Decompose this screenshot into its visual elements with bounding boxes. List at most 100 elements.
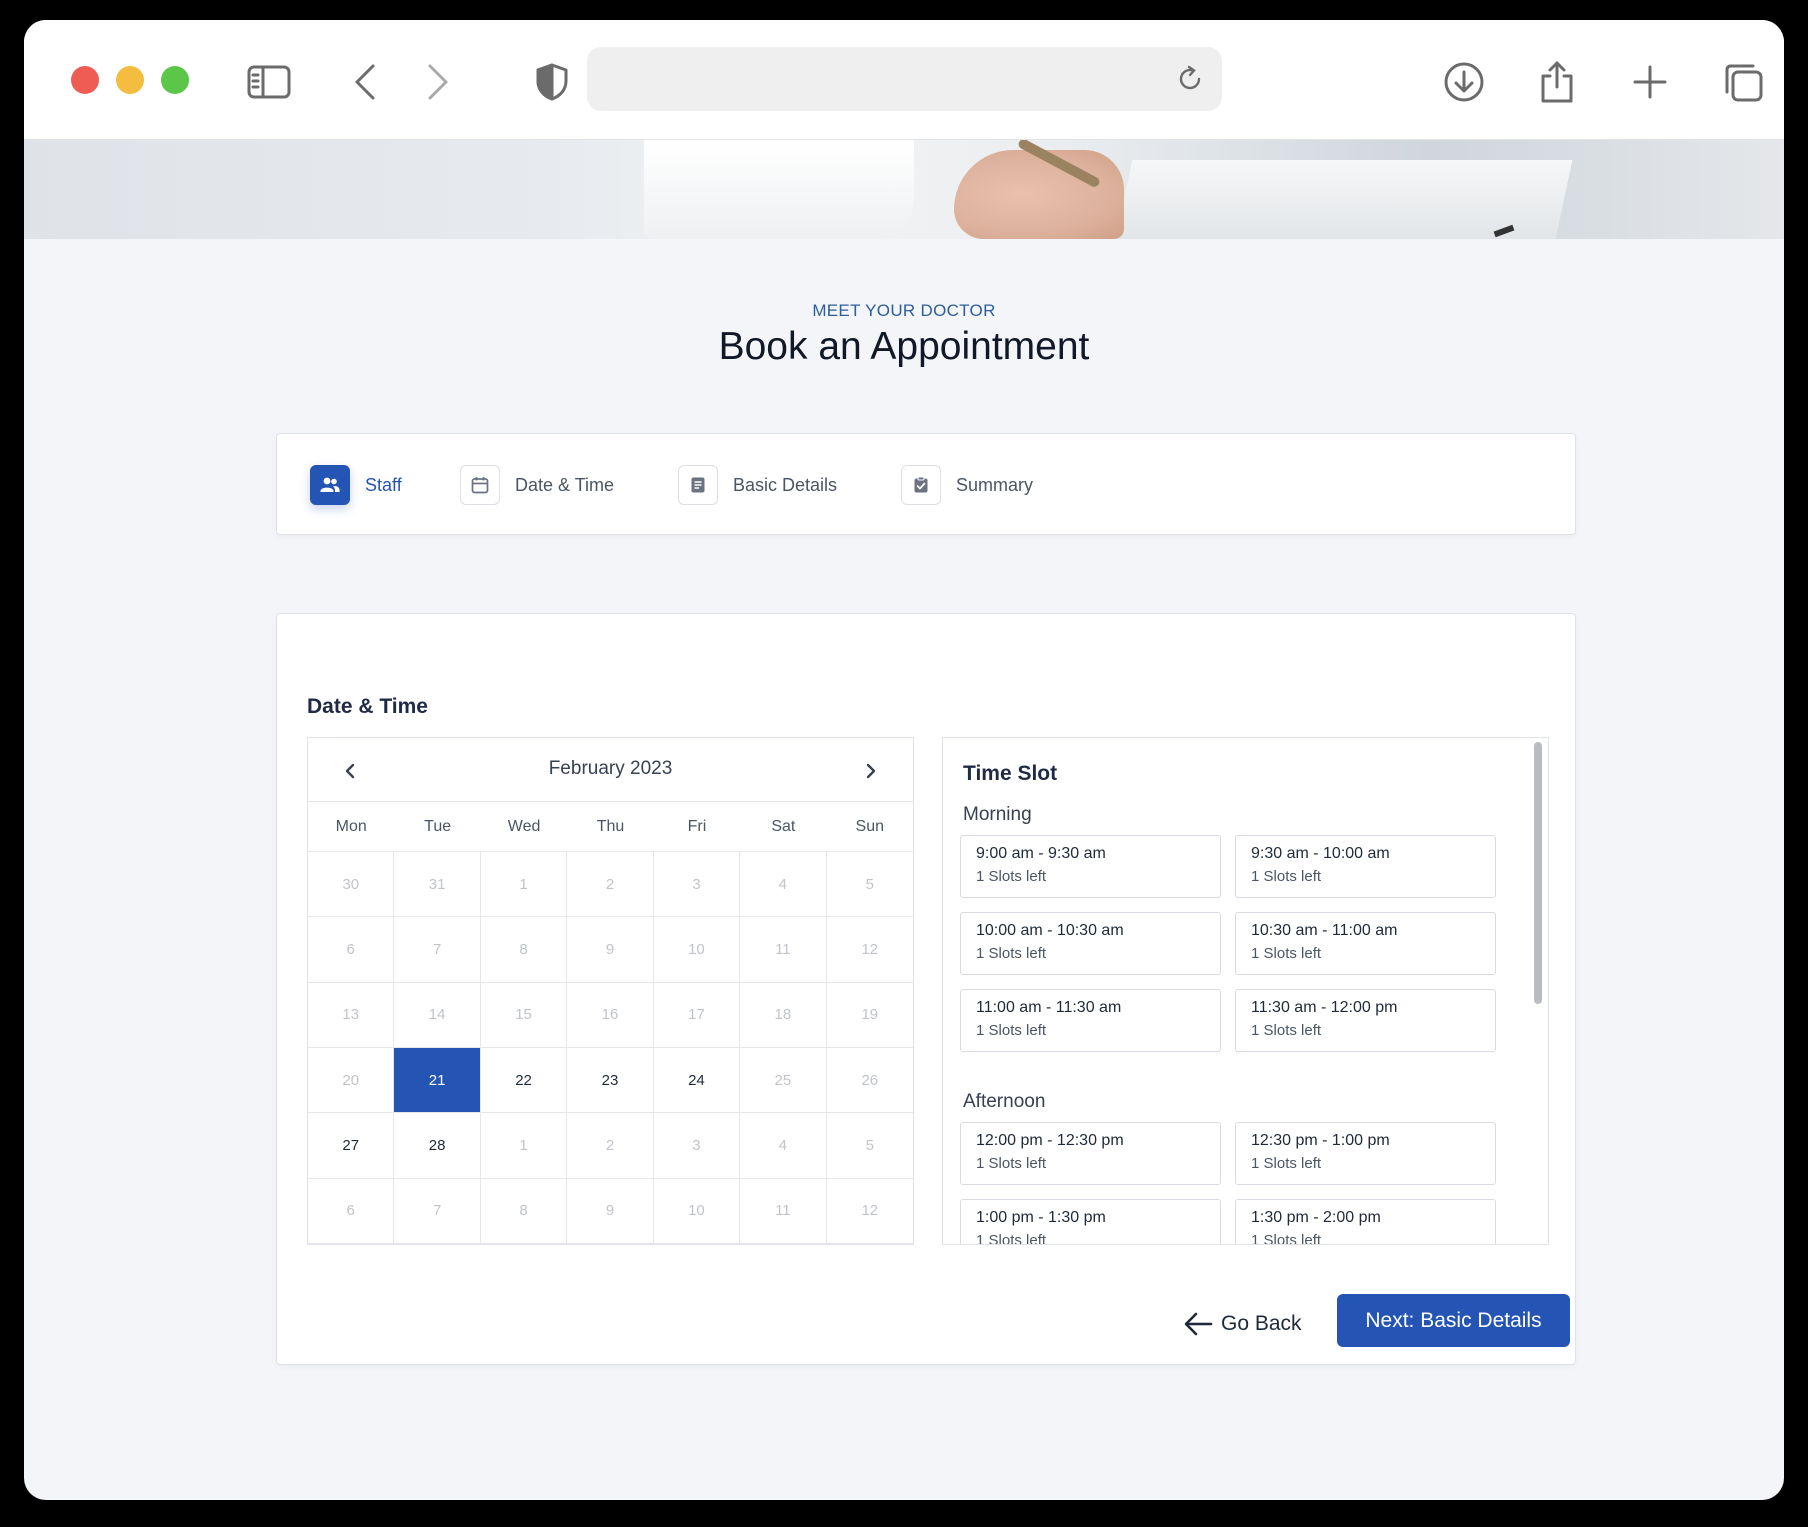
- tab-overview-icon[interactable]: [1721, 60, 1765, 104]
- download-icon[interactable]: [1442, 60, 1486, 104]
- new-tab-icon[interactable]: [1628, 60, 1672, 104]
- calendar-day[interactable]: 27: [308, 1113, 395, 1179]
- slot-availability: 1 Slots left: [1251, 945, 1322, 962]
- afternoon-label: Afternoon: [963, 1091, 1046, 1112]
- slot-time: 1:00 pm - 1:30 pm: [976, 1209, 1106, 1226]
- time-slot[interactable]: 10:30 am - 11:00 am 1 Slots left: [1235, 912, 1496, 975]
- time-slot-title: Time Slot: [963, 762, 1058, 785]
- step-label: Staff: [365, 474, 402, 495]
- time-slot[interactable]: 1:00 pm - 1:30 pm 1 Slots left: [960, 1199, 1221, 1245]
- reload-icon[interactable]: [1172, 61, 1208, 97]
- slot-availability: 1 Slots left: [976, 1022, 1047, 1039]
- users-icon: [310, 465, 350, 505]
- step-staff[interactable]: Staff: [310, 464, 402, 506]
- morning-label: Morning: [963, 804, 1032, 825]
- calendar-day: 11: [740, 917, 827, 983]
- calendar-day: 6: [308, 1178, 395, 1244]
- slot-time: 10:00 am - 10:30 am: [976, 922, 1124, 939]
- slot-time: 9:30 am - 10:00 am: [1251, 845, 1390, 862]
- step-label: Basic Details: [733, 474, 838, 495]
- slot-time: 1:30 pm - 2:00 pm: [1251, 1209, 1381, 1226]
- calendar-day: 9: [567, 1178, 654, 1244]
- back-icon[interactable]: [343, 60, 387, 104]
- slot-availability: 1 Slots left: [1251, 868, 1322, 885]
- step-label: Summary: [956, 474, 1034, 495]
- calendar-day[interactable]: 28: [394, 1113, 481, 1179]
- weekday-label: Fri: [687, 818, 707, 835]
- share-icon[interactable]: [1535, 60, 1579, 104]
- clipboard-check-icon: [901, 465, 941, 505]
- step-date-time[interactable]: Date & Time: [460, 464, 614, 506]
- next-month-button[interactable]: [856, 756, 886, 786]
- step-summary[interactable]: Summary: [901, 464, 1033, 506]
- calendar-day: 9: [567, 917, 654, 983]
- document-icon: [678, 465, 718, 505]
- browser-window: MEET YOUR DOCTOR Book an Appointment Sta…: [24, 20, 1784, 1500]
- calendar-day: 1: [480, 1113, 568, 1179]
- calendar-day: 3: [653, 852, 741, 918]
- time-slot[interactable]: 12:30 pm - 1:00 pm 1 Slots left: [1235, 1122, 1496, 1185]
- slot-availability: 1 Slots left: [1251, 1155, 1322, 1172]
- address-bar[interactable]: [587, 47, 1222, 111]
- weekday-label: Sat: [771, 818, 796, 835]
- calendar-day: 15: [480, 982, 568, 1048]
- calendar-day[interactable]: 23: [567, 1048, 654, 1114]
- calendar-day: 25: [740, 1048, 827, 1114]
- time-slot[interactable]: 12:00 pm - 12:30 pm 1 Slots left: [960, 1122, 1221, 1185]
- calendar-day[interactable]: 22: [480, 1048, 568, 1114]
- time-slot[interactable]: 9:00 am - 9:30 am 1 Slots left: [960, 835, 1221, 898]
- calendar-day: 1: [480, 852, 568, 918]
- arrow-left-icon: [1184, 1312, 1213, 1336]
- go-back-button[interactable]: Go Back: [1183, 1304, 1302, 1344]
- calendar-day[interactable]: 21: [394, 1048, 481, 1114]
- forward-icon[interactable]: [416, 60, 460, 104]
- step-basic-details[interactable]: Basic Details: [678, 464, 837, 506]
- slot-time: 9:00 am - 9:30 am: [976, 845, 1106, 862]
- booking-steps: Staff Date & Time Basic Details Summary: [276, 433, 1576, 535]
- time-slot[interactable]: 10:00 am - 10:30 am 1 Slots left: [960, 912, 1221, 975]
- calendar-day: 7: [394, 1178, 481, 1244]
- weekday-label: Mon: [335, 818, 367, 835]
- time-slot[interactable]: 11:00 am - 11:30 am 1 Slots left: [960, 989, 1221, 1052]
- step-label: Date & Time: [515, 474, 615, 495]
- zoom-window-button[interactable]: [161, 66, 189, 94]
- slot-availability: 1 Slots left: [1251, 1232, 1322, 1245]
- calendar-day: 4: [740, 852, 827, 918]
- calendar-day: 5: [826, 852, 913, 918]
- time-slot-scrollbar[interactable]: [1534, 742, 1542, 1242]
- calendar-day: 13: [308, 982, 395, 1048]
- time-slot[interactable]: 1:30 pm - 2:00 pm 1 Slots left: [1235, 1199, 1496, 1245]
- scrollbar-thumb[interactable]: [1534, 742, 1542, 1004]
- weekday-header: Mon Tue Wed Thu Fri Sat Sun: [308, 802, 913, 852]
- next-basic-details-button[interactable]: Next: Basic Details: [1337, 1294, 1570, 1347]
- slot-time: 12:00 pm - 12:30 pm: [976, 1132, 1124, 1149]
- calendar-day: 4: [740, 1113, 827, 1179]
- time-slot-panel: Time Slot Morning 9:00 am - 9:30 am 1 Sl…: [942, 737, 1549, 1245]
- calendar-day: 30: [308, 852, 395, 918]
- calendar-header: February 2023: [308, 738, 913, 802]
- slot-availability: 1 Slots left: [976, 1232, 1047, 1245]
- calendar-day: 3: [653, 1113, 741, 1179]
- calendar-day: 10: [653, 917, 741, 983]
- slot-time: 12:30 pm - 1:00 pm: [1251, 1132, 1390, 1149]
- calendar-day: 16: [567, 982, 654, 1048]
- calendar-day[interactable]: 24: [653, 1048, 741, 1114]
- calendar-day: 11: [740, 1178, 827, 1244]
- go-back-label: Go Back: [1221, 1312, 1302, 1335]
- calendar-day: 17: [653, 982, 741, 1048]
- calendar-day: 5: [826, 1113, 913, 1179]
- calendar-day: 26: [826, 1048, 913, 1114]
- shield-icon[interactable]: [530, 60, 574, 104]
- time-slot[interactable]: 9:30 am - 10:00 am 1 Slots left: [1235, 835, 1496, 898]
- slot-availability: 1 Slots left: [1251, 1022, 1322, 1039]
- close-window-button[interactable]: [71, 66, 99, 94]
- calendar-month: February 2023: [548, 758, 673, 779]
- sidebar-toggle-icon[interactable]: [247, 60, 291, 104]
- calendar-day: 8: [480, 917, 568, 983]
- calendar-days: 30 31 1 2 3 4 5 6 7 8 9 10 11 12 13 14 15 16 17 18 19 20 21 22 2…: [308, 852, 913, 1244]
- calendar-icon: [460, 465, 500, 505]
- page-title: Book an Appointment: [718, 325, 1090, 368]
- calendar-day: 7: [394, 917, 481, 983]
- minimize-window-button[interactable]: [116, 66, 144, 94]
- time-slot[interactable]: 11:30 am - 12:00 pm 1 Slots left: [1235, 989, 1496, 1052]
